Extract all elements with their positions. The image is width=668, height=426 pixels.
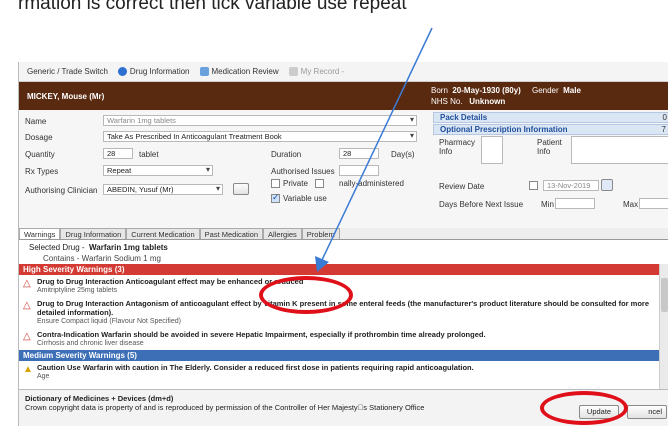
pack-details-edge: 0	[662, 113, 667, 122]
list-item: ▲ Caution Use Warfarin with caution in Th…	[23, 363, 474, 380]
selected-drug-label: Selected Drug -	[29, 243, 85, 252]
optional-info-panel: Pack Details 0 Optional Prescription Info…	[433, 112, 668, 228]
patient-name: MICKEY, Mouse (Mr)	[27, 91, 105, 101]
tab-allergies[interactable]: Allergies	[263, 228, 302, 239]
warning-triangle-icon: △	[23, 331, 31, 342]
variable-use-label: Variable use	[283, 194, 327, 203]
prescription-window: Generic / Trade Switch Drug Information …	[18, 62, 668, 426]
pharmacy-info-label: Pharmacy Info	[439, 138, 476, 156]
selected-drug-info: Selected Drug - Warfarin 1mg tablets Con…	[19, 240, 668, 264]
personally-administered-label: nally-administered	[339, 179, 404, 188]
pharmacy-info-field[interactable]	[481, 136, 503, 164]
min-field[interactable]	[555, 198, 595, 209]
duration-unit: Day(s)	[391, 150, 415, 159]
clinician-lookup-button[interactable]	[233, 183, 249, 195]
days-before-label: Days Before Next Issue	[439, 200, 524, 209]
tab-past-medication[interactable]: Past Medication	[199, 228, 264, 239]
review-date-checkbox[interactable]	[529, 181, 538, 190]
clinician-label: Authorising Clinician	[25, 186, 98, 195]
list-item: △ Contra-Indication Warfarin should be av…	[23, 330, 486, 347]
record-icon	[288, 67, 298, 76]
list-item: △ Drug to Drug Interaction Antagonism of …	[23, 299, 650, 325]
pack-details-header[interactable]: Pack Details 0	[433, 112, 668, 123]
calendar-icon[interactable]	[601, 179, 613, 191]
update-button[interactable]: Update	[579, 405, 619, 419]
variable-use-checkbox[interactable]	[271, 192, 280, 203]
review-date-field[interactable]: 13-Nov-2019	[543, 180, 599, 191]
warnings-list: High Severity Warnings (3) △ Drug to Drug…	[19, 264, 659, 389]
footer-title: Dictionary of Medicines + Devices (dm+d)	[25, 394, 174, 403]
authorised-issues-field[interactable]	[339, 165, 379, 176]
selected-drug-contains: Contains - Warfarin Sodium 1 mg	[43, 254, 161, 263]
toolbar: Generic / Trade Switch Drug Information …	[19, 62, 668, 82]
quantity-label: Quantity	[25, 150, 55, 159]
clinician-select[interactable]: ABEDIN, Yusuf (Mr)	[103, 184, 223, 195]
tab-drug-information[interactable]: Drug Information	[60, 228, 127, 239]
patient-banner: MICKEY, Mouse (Mr) Born 20-May-1930 (80y…	[19, 82, 668, 110]
rx-type-select[interactable]: Repeat	[103, 165, 213, 176]
prescription-form: Name Warfarin 1mg tablets Dosage Take As…	[19, 110, 668, 228]
duration-field[interactable]: 28	[339, 148, 379, 159]
private-label: Private	[283, 179, 308, 188]
tab-warnings[interactable]: Warnings	[19, 228, 61, 239]
footer-copyright: Crown copyright data is property of and …	[25, 403, 425, 412]
annotation-caption: rmation is correct then tick variable us…	[18, 0, 407, 14]
medication-review-button[interactable]: Medication Review	[199, 67, 279, 76]
high-severity-header: High Severity Warnings (3)	[19, 264, 659, 275]
optional-info-header[interactable]: Optional Prescription Information 7	[433, 124, 668, 135]
private-checkbox[interactable]	[271, 179, 280, 188]
max-field[interactable]	[639, 198, 668, 209]
patient-demographics: Born 20-May-1930 (80y) Gender Male NHS N…	[431, 86, 581, 106]
caution-triangle-icon: ▲	[23, 364, 33, 375]
warning-triangle-icon: △	[23, 278, 31, 289]
name-field[interactable]: Warfarin 1mg tablets	[103, 115, 417, 126]
quantity-unit: tablet	[139, 150, 159, 159]
review-date-label: Review Date	[439, 182, 485, 191]
review-icon	[199, 67, 209, 76]
tab-problem[interactable]: Problem	[301, 228, 340, 239]
max-label: Max	[623, 200, 639, 209]
optional-info-edge: 7	[661, 125, 666, 134]
cancel-button[interactable]: ncel	[627, 405, 667, 419]
warning-triangle-icon: △	[23, 300, 31, 311]
warnings-scrollbar[interactable]	[659, 264, 668, 389]
list-item: △ Drug to Drug Interaction Anticoagulant …	[23, 277, 304, 294]
drug-information-button[interactable]: Drug Information	[117, 67, 190, 76]
details-tabs: Warnings Drug Information Current Medica…	[19, 228, 668, 240]
rx-type-label: Rx Types	[25, 167, 59, 176]
personally-administered-checkbox[interactable]	[315, 179, 324, 188]
medium-severity-header: Medium Severity Warnings (5)	[19, 350, 659, 361]
min-label: Min	[541, 200, 554, 209]
dosage-label: Dosage	[25, 133, 53, 142]
info-icon	[117, 67, 127, 76]
dosage-field[interactable]: Take As Prescribed In Anticoagulant Trea…	[103, 131, 417, 142]
name-label: Name	[25, 117, 47, 126]
tab-current-medication[interactable]: Current Medication	[126, 228, 200, 239]
quantity-field[interactable]: 28	[103, 148, 133, 159]
footer: Dictionary of Medicines + Devices (dm+d)…	[19, 389, 668, 426]
patient-info-field[interactable]	[571, 136, 668, 164]
generic-trade-switch-button[interactable]: Generic / Trade Switch	[27, 67, 108, 76]
authorised-issues-label: Authorised Issues	[271, 167, 335, 176]
selected-drug-value: Warfarin 1mg tablets	[89, 243, 168, 252]
scrollbar-thumb[interactable]	[661, 278, 668, 312]
my-record-menu[interactable]: My Record -	[288, 67, 344, 76]
duration-label: Duration	[271, 150, 302, 159]
patient-info-label: Patient Info	[537, 138, 562, 156]
